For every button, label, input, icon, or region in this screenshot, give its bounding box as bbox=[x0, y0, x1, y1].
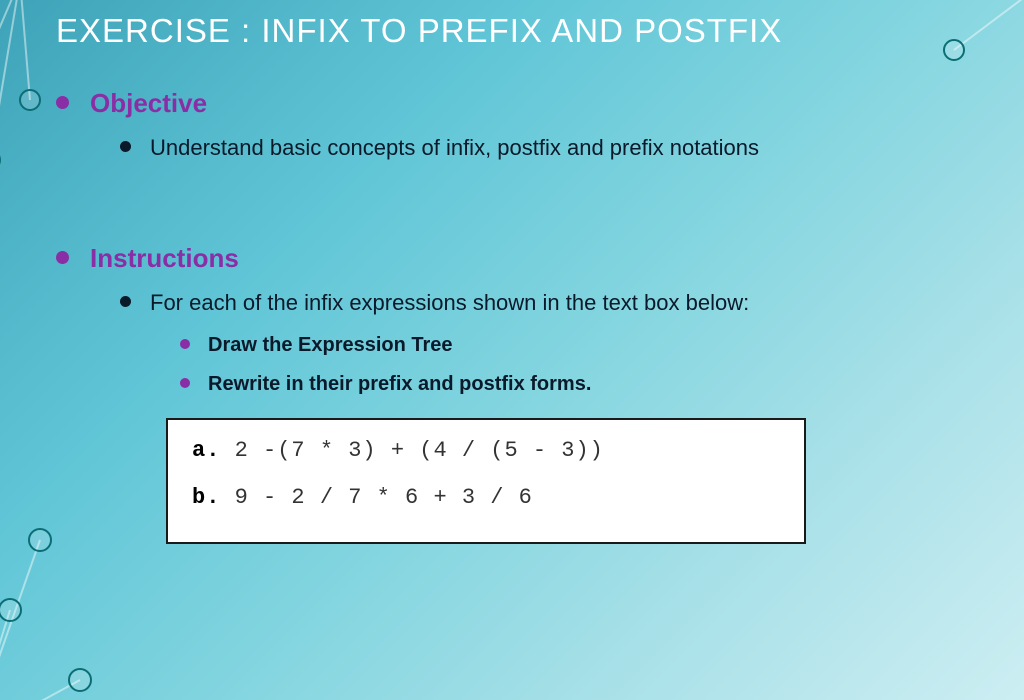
expr-a-text: 2 -(7 * 3) + (4 / (5 - 3)) bbox=[235, 438, 604, 463]
task-rewrite: Rewrite in their prefix and postfix form… bbox=[180, 373, 968, 396]
task-draw-tree: Draw the Expression Tree bbox=[180, 334, 968, 357]
instructions-lead: For each of the infix expressions shown … bbox=[120, 290, 968, 396]
objective-section: Objective Understand basic concepts of i… bbox=[56, 88, 968, 161]
bullet-list: Objective Understand basic concepts of i… bbox=[56, 88, 968, 396]
expression-box: a. 2 -(7 * 3) + (4 / (5 - 3)) b. 9 - 2 /… bbox=[166, 418, 806, 544]
objective-point: Understand basic concepts of infix, post… bbox=[120, 135, 968, 161]
expression-b: b. 9 - 2 / 7 * 6 + 3 / 6 bbox=[192, 485, 780, 510]
instructions-section: Instructions For each of the infix expre… bbox=[56, 243, 968, 396]
slide-title: EXERCISE : INFIX TO PREFIX AND POSTFIX bbox=[56, 12, 968, 50]
instructions-lead-text: For each of the infix expressions shown … bbox=[150, 290, 749, 315]
expr-b-text: 9 - 2 / 7 * 6 + 3 / 6 bbox=[235, 485, 533, 510]
objective-heading: Objective bbox=[90, 88, 968, 119]
instructions-heading: Instructions bbox=[90, 243, 968, 274]
expr-a-label: a. bbox=[192, 438, 220, 463]
slide: EXERCISE : INFIX TO PREFIX AND POSTFIX O… bbox=[0, 0, 1024, 700]
expr-b-label: b. bbox=[192, 485, 220, 510]
expression-a: a. 2 -(7 * 3) + (4 / (5 - 3)) bbox=[192, 438, 780, 463]
